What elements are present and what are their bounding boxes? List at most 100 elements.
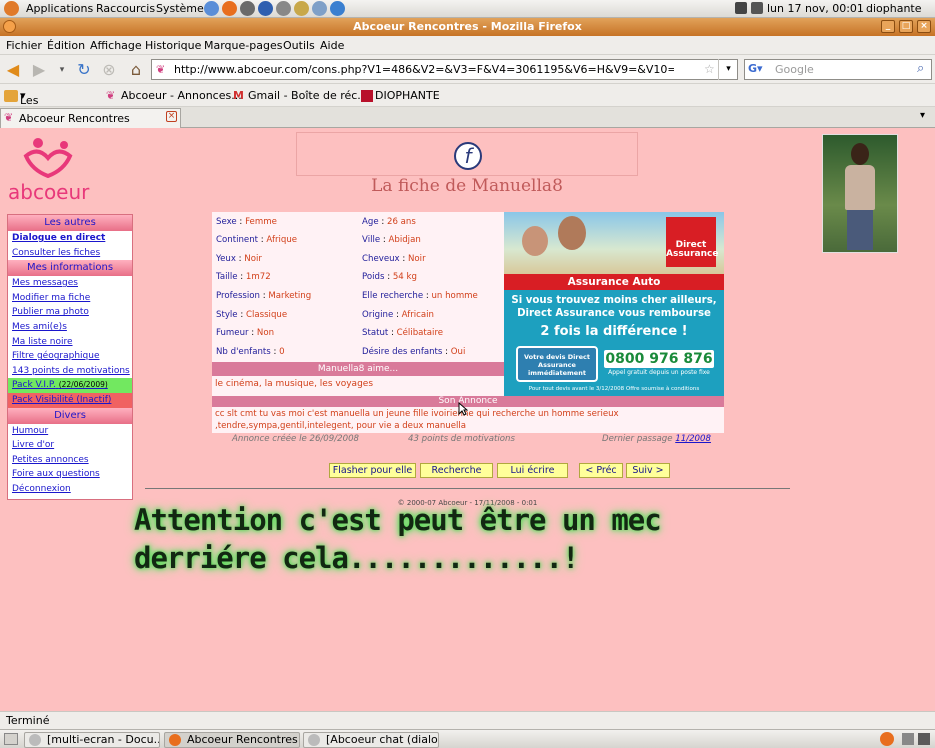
clock[interactable]: lun 17 nov, 00:01 — [767, 2, 864, 15]
flash-icon: f — [454, 142, 482, 170]
sidebar-item-guestbook[interactable]: Livre d'or — [8, 438, 132, 453]
close-icon[interactable]: × — [917, 20, 931, 33]
field-taille: Taille : 1m72 — [216, 272, 271, 282]
battery-icon[interactable] — [735, 2, 747, 14]
tab-list-icon[interactable]: ▾ — [920, 110, 925, 121]
abcoeur-logo[interactable]: abcoeur — [8, 136, 100, 204]
motivation-points: 43 points de motivations — [408, 434, 515, 444]
volume-icon[interactable] — [751, 2, 763, 14]
sidebar-item-messages[interactable]: Mes messages — [8, 276, 132, 291]
tab-close-icon[interactable]: × — [166, 111, 177, 122]
sidebar-item-publish-photo[interactable]: Publier ma photo — [8, 305, 132, 320]
sidebar-item-humor[interactable]: Humour — [8, 424, 132, 439]
field-cheveux: Cheveux : Noir — [362, 254, 426, 264]
flash-button[interactable]: Flasher pour elle — [329, 463, 416, 478]
folder-icon — [4, 90, 18, 102]
gnome-foot-icon[interactable] — [4, 1, 19, 16]
trash-icon[interactable] — [918, 733, 930, 745]
bookmark-gmail[interactable]: Gmail - Boîte de réc... — [248, 89, 368, 102]
bookmark-star-icon[interactable]: ☆ — [704, 62, 715, 76]
field-yeux: Yeux : Noir — [216, 254, 262, 264]
menu-history[interactable]: Historique — [145, 39, 201, 52]
sidebar-item-pack-vip[interactable]: Pack V.I.P. (22/06/2009) — [8, 378, 132, 393]
task-multi-ecran[interactable]: [multi-ecran - Docu... — [24, 732, 160, 748]
url-bar[interactable]: ❦ http://www.abcoeur.com/cons.php?V1=486… — [151, 59, 738, 80]
search-box[interactable]: G▾ Google ⌕ — [744, 59, 932, 80]
field-fumeur: Fumeur : Non — [216, 328, 275, 338]
prev-button[interactable]: < Préc — [579, 463, 623, 478]
maximize-icon[interactable]: □ — [899, 20, 913, 33]
sidebar-item-motivation-points[interactable]: 143 points de motivations — [8, 364, 132, 379]
sidebar-item-logout[interactable]: Déconnexion — [8, 482, 132, 497]
profile-photo[interactable] — [822, 134, 898, 253]
ad-phone: 0800 976 876 — [604, 350, 714, 368]
reload-icon[interactable]: ↻ — [74, 60, 94, 80]
sidebar-item-pack-visibility[interactable]: Pack Visibilité (Inactif) — [8, 392, 132, 408]
ad-devis-button[interactable]: Votre devis Direct Assurance immédiateme… — [516, 346, 598, 382]
ad-line1: Si vous trouvez moins cher ailleurs, — [511, 295, 717, 306]
field-poids: Poids : 54 kg — [362, 272, 417, 282]
google-engine-icon[interactable]: G▾ — [748, 62, 763, 75]
bookmark-abcoeur[interactable]: Abcoeur - Annonces... — [121, 89, 242, 102]
sidebar-item-browse-profiles[interactable]: Consulter les fiches — [8, 246, 132, 261]
bookmark-most-visited[interactable]: Les plus visités ▾ — [20, 89, 55, 133]
sidebar-item-live-chat[interactable]: Dialogue en direct — [8, 231, 132, 246]
url-text[interactable]: http://www.abcoeur.com/cons.php?V1=486&V… — [174, 63, 674, 76]
direct-assurance-ad[interactable]: Direct Assurance Assurance Auto Si vous … — [504, 212, 724, 396]
search-button[interactable]: Recherche — [420, 463, 493, 478]
task-abcoeur-firefox[interactable]: Abcoeur Rencontres ... — [164, 732, 300, 748]
menu-bookmarks[interactable]: Marque-pages — [204, 39, 282, 52]
email-icon[interactable] — [240, 1, 255, 16]
help-icon[interactable] — [258, 1, 273, 16]
show-desktop-icon[interactable] — [4, 733, 18, 745]
menu-tools[interactable]: Outils — [283, 39, 315, 52]
system-menu[interactable]: Système — [156, 2, 204, 15]
back-icon[interactable]: ◀ — [3, 60, 23, 80]
menu-file[interactable]: Fichier — [6, 39, 42, 52]
field-age: Age : 26 ans — [362, 217, 416, 227]
menu-view[interactable]: Affichage — [90, 39, 142, 52]
menu-help[interactable]: Aide — [320, 39, 344, 52]
window-titlebar: Abcoeur Rencontres - Mozilla Firefox _ □… — [0, 18, 935, 36]
sidebar-section-others: Les autres — [8, 215, 132, 231]
notes-icon[interactable] — [276, 1, 291, 16]
home-icon[interactable]: ⌂ — [126, 60, 146, 80]
bookmark-diophante[interactable]: DIOPHANTE — [375, 89, 440, 102]
sidebar-item-classifieds[interactable]: Petites annonces — [8, 453, 132, 468]
stop-icon[interactable]: ⊗ — [99, 60, 119, 80]
field-style: Style : Classique — [216, 310, 288, 320]
network-icon[interactable] — [330, 1, 345, 16]
search-icon[interactable]: ⌕ — [917, 61, 924, 76]
users-icon[interactable] — [312, 1, 327, 16]
firefox-icon[interactable] — [222, 1, 237, 16]
forward-icon[interactable]: ▶ — [29, 60, 49, 80]
page-title: La fiche de Manuella8 — [371, 176, 563, 196]
sidebar-item-blacklist[interactable]: Ma liste noire — [8, 335, 132, 350]
tray-firefox-icon[interactable] — [880, 732, 894, 746]
last-visit-link[interactable]: 11/2008 — [675, 434, 711, 444]
write-button[interactable]: Lui écrire — [497, 463, 568, 478]
sidebar-item-faq[interactable]: Foire aux questions — [8, 467, 132, 482]
bookmarks-toolbar: Les plus visités ▾ ❦ Abcoeur - Annonces.… — [0, 84, 935, 133]
sidebar-item-friends[interactable]: Mes ami(e)s — [8, 320, 132, 335]
search-input[interactable]: Google — [775, 63, 814, 76]
launcher-icon[interactable] — [204, 1, 219, 16]
tray-icon[interactable] — [902, 733, 914, 745]
sidebar-item-geo-filter[interactable]: Filtre géographique — [8, 349, 132, 364]
url-dropdown-icon[interactable]: ▾ — [718, 59, 738, 80]
menu-bar: Fichier Édition Affichage Historique Mar… — [0, 36, 935, 55]
applications-menu[interactable]: Applications — [26, 2, 93, 15]
user-name[interactable]: diophante — [866, 2, 922, 15]
history-dropdown-icon[interactable]: ▾ — [52, 60, 72, 80]
menu-edit[interactable]: Édition — [47, 39, 85, 52]
ad-footer: Pour tout devis avant le 3/12/2008 Offre… — [528, 386, 700, 392]
window-icon[interactable] — [3, 20, 16, 33]
next-button[interactable]: Suiv > — [626, 463, 670, 478]
divider — [145, 488, 790, 489]
task-abcoeur-chat[interactable]: [Abcoeur chat (dialog... — [303, 732, 439, 748]
sidebar-item-edit-profile[interactable]: Modifier ma fiche — [8, 291, 132, 306]
tab-abcoeur[interactable]: ❦ Abcoeur Rencontres × — [0, 108, 181, 128]
files-icon[interactable] — [294, 1, 309, 16]
minimize-icon[interactable]: _ — [881, 20, 895, 33]
shortcuts-menu[interactable]: Raccourcis — [96, 2, 155, 15]
